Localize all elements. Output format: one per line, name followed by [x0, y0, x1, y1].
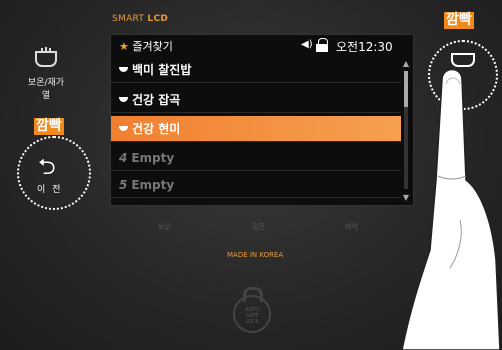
safe-lock-icon: AUTO SAFE LOCK: [233, 287, 271, 333]
menu-item[interactable]: 건강 잡곡: [111, 87, 401, 113]
menu-item[interactable]: 4 Empty: [111, 145, 401, 171]
made-in-label: MADE IN KOREA: [227, 251, 284, 259]
favorites-header: ★ 즐겨찾기: [119, 40, 173, 53]
rice-bowl-icon: [119, 97, 128, 102]
pot-icon: [26, 46, 66, 73]
smart-lcd-brand: SMART LCD: [112, 14, 169, 24]
menu-item[interactable]: 5 Empty: [111, 172, 401, 198]
bottom-label-warm: 보온: [158, 223, 171, 231]
menu-item-selected[interactable]: 건강 현미: [111, 116, 401, 142]
finger-hand-illustration: [401, 68, 501, 350]
rice-bowl-icon: [119, 126, 128, 131]
lock-icon-body: [316, 44, 328, 52]
back-button[interactable]: ⮌ 이 전: [17, 136, 91, 210]
rice-bowl-icon: [119, 67, 128, 72]
status-bar: ★ 즐겨찾기 ◀) 오전12:30: [111, 35, 413, 57]
bottom-label-reserve: 예약: [345, 223, 358, 231]
blink-label-left: 깜빡: [34, 118, 64, 135]
blink-label-right: 깜빡: [444, 12, 474, 29]
lcd-screen: ★ 즐겨찾기 ◀) 오전12:30 백미 찰진밥 건강 잡곡 건강 현미 4 Em…: [110, 34, 414, 206]
clock: 오전12:30: [336, 40, 393, 54]
speaker-icon: ◀): [301, 39, 313, 50]
bottom-label-save: 절전: [252, 223, 265, 231]
star-icon: ★: [119, 40, 129, 53]
menu-item[interactable]: 백미 찰진밥: [111, 57, 401, 83]
keep-warm-button[interactable]: 보온/재가열: [26, 46, 66, 101]
